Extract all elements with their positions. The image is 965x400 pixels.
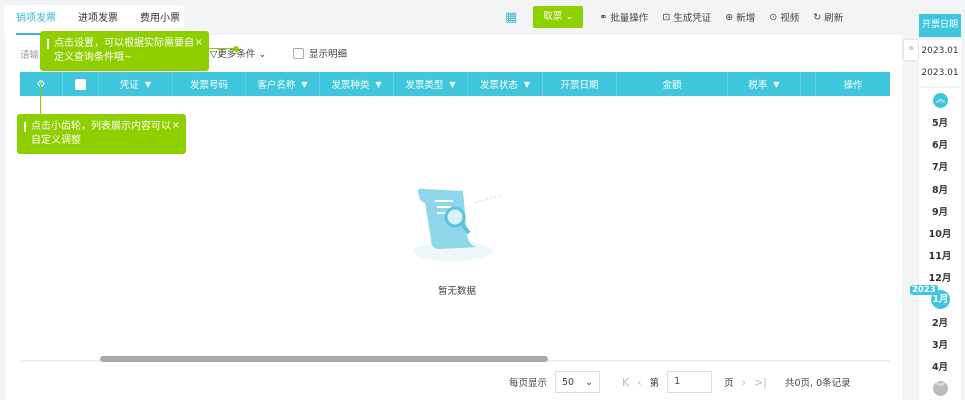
filter-icon[interactable]: ▼ — [524, 80, 530, 89]
batch-operation-button[interactable]: ⚭ 批量操作 — [599, 10, 649, 25]
close-icon[interactable]: × — [172, 119, 180, 133]
qr-code-icon[interactable]: ▦ — [505, 10, 517, 25]
voucher-icon: ⊡ — [662, 11, 671, 23]
column-label: 开票日期 — [560, 80, 599, 91]
last-page-icon[interactable]: >| — [754, 376, 767, 389]
per-page-value: 50 — [562, 376, 575, 388]
column-tax-rate[interactable]: 税率 ▼ — [728, 72, 801, 96]
scroll-down-icon[interactable]: ︾ — [933, 381, 948, 396]
video-button[interactable]: ⊙ 视频 — [769, 10, 800, 25]
pagination: 每页显示 50 ⌄ K ‹ 第 1 页 › >| 共0页, 0条记录 — [509, 371, 851, 393]
refresh-label: 刷新 — [824, 13, 844, 24]
add-label: 新增 — [736, 13, 756, 24]
refresh-button[interactable]: ↻ 刷新 — [813, 10, 844, 25]
column-label: 金额 — [662, 80, 682, 91]
column-label: 发票类型 — [405, 80, 444, 91]
date-start[interactable]: 2023.01 — [919, 40, 961, 62]
month-timeline: ︽ 5月 6月 7月 8月 9月 10月 11月 12月 2023 1月 2月 3月 4月 ︾ — [910, 88, 961, 400]
generate-voucher-button[interactable]: ⊡ 生成凭证 — [662, 10, 712, 25]
empty-scroll-illustration — [413, 188, 502, 261]
column-label: 发票状态 — [479, 80, 518, 91]
expand-icon[interactable]: » — [904, 40, 918, 60]
column-label: 凭证 — [119, 80, 139, 91]
plus-circle-icon: ⊕ — [725, 11, 734, 23]
date-range: 2023.01 2023.01 — [919, 40, 961, 86]
filter-icon[interactable]: ▼ — [449, 80, 455, 89]
video-label: 视频 — [780, 13, 800, 24]
fetch-invoice-button[interactable]: 取票 ⌄ — [533, 6, 584, 28]
close-icon[interactable]: × — [195, 36, 203, 50]
settings-tip: 点击设置，可以根据实际需要自定义查询条件哦~ × — [40, 31, 209, 71]
add-button[interactable]: ⊕ 新增 — [725, 10, 756, 25]
column-invoice-date[interactable]: 开票日期 — [543, 72, 617, 96]
month-item[interactable]: 2月 — [919, 315, 961, 329]
column-invoice-number[interactable]: 发票号码 — [173, 72, 246, 96]
pager-summary: 共0页, 0条记录 — [785, 378, 851, 389]
filter-icon[interactable]: ▼ — [375, 80, 381, 89]
show-detail-label: 显示明细 — [309, 49, 348, 60]
date-end[interactable]: 2023.01 — [919, 62, 961, 84]
month-item[interactable]: 11月 — [919, 248, 961, 262]
timeline-header[interactable]: 开票日期 — [919, 14, 961, 37]
horizontal-scrollbar-thumb[interactable] — [100, 356, 548, 362]
filter-icon[interactable]: ▼ — [773, 80, 779, 89]
prev-page-icon[interactable]: ‹ — [637, 376, 641, 389]
voucher-label: 生成凭证 — [673, 13, 712, 24]
column-label: 客户名称 — [257, 80, 296, 91]
month-item[interactable]: 12月 — [919, 270, 961, 284]
tip-text: 点击小齿轮，列表展示内容可以自定义调整 — [31, 121, 171, 146]
column-customer-name[interactable]: 客户名称 ▼ — [246, 72, 320, 96]
month-current[interactable]: 1月 — [931, 290, 950, 309]
per-page-label: 每页显示 — [509, 378, 548, 389]
chevron-down-icon: ⌄ — [585, 376, 594, 388]
show-detail-checkbox[interactable]: 显示明细 — [293, 46, 347, 60]
column-settings-gear-icon[interactable]: ⚙ — [20, 72, 63, 96]
checkbox-icon — [293, 47, 304, 59]
fetch-label: 取票 — [543, 11, 563, 22]
column-label: 税率 — [748, 80, 768, 91]
month-item[interactable]: 5月 — [919, 115, 961, 129]
checkbox-icon — [75, 78, 86, 90]
table-header: ⚙ 凭证 ▼ 发票号码 客户名称 ▼ 发票种类 ▼ 发票类型 ▼ 发票状态 ▼ 开票日期 … — [20, 72, 890, 96]
month-item[interactable]: 3月 — [919, 337, 961, 351]
batch-label: 批量操作 — [610, 13, 649, 24]
toolbar: ▦ 取票 ⌄ ⚭ 批量操作 ⊡ 生成凭证 ⊕ 新增 ⊙ 视频 ↻ 刷新 — [505, 6, 843, 28]
column-actions: 操作 — [816, 72, 890, 96]
page-input[interactable]: 1 — [667, 371, 713, 393]
next-page-icon[interactable]: › — [742, 376, 746, 389]
month-item[interactable]: 6月 — [919, 137, 961, 151]
empty-text: 暂无数据 — [438, 286, 477, 297]
column-invoice-type[interactable]: 发票类型 ▼ — [394, 72, 468, 96]
select-all-checkbox[interactable] — [63, 72, 99, 96]
first-page-icon[interactable]: K — [622, 376, 629, 389]
month-item[interactable]: 10月 — [919, 226, 961, 240]
column-blank — [801, 72, 816, 96]
filter-icon[interactable]: ▼ — [301, 80, 307, 89]
month-item[interactable]: 4月 — [919, 359, 961, 373]
page-prefix: 第 — [649, 378, 660, 389]
column-label: 发票种类 — [331, 80, 370, 91]
column-invoice-status[interactable]: 发票状态 ▼ — [468, 72, 543, 96]
column-voucher[interactable]: 凭证 ▼ — [99, 72, 173, 96]
chevron-down-icon: ⌄ — [565, 11, 574, 22]
scroll-up-icon[interactable]: ︽ — [933, 93, 948, 108]
gear-tip: 点击小齿轮，列表展示内容可以自定义调整 × — [17, 114, 186, 154]
per-page-select[interactable]: 50 ⌄ — [555, 371, 601, 393]
month-item[interactable]: 9月 — [919, 204, 961, 218]
month-item[interactable]: 8月 — [919, 182, 961, 196]
filter-icon[interactable]: ▼ — [145, 80, 151, 89]
tip-connector — [40, 84, 41, 116]
page-suffix: 页 — [724, 378, 734, 389]
month-item[interactable]: 7月 — [919, 159, 961, 173]
play-circle-icon: ⊙ — [769, 11, 778, 23]
tip-dot — [233, 46, 239, 52]
column-label: 发票号码 — [189, 80, 228, 91]
column-invoice-kind[interactable]: 发票种类 ▼ — [320, 72, 394, 96]
refresh-icon: ↻ — [813, 11, 822, 23]
tip-text: 点击设置，可以根据实际需要自定义查询条件哦~ — [54, 38, 194, 63]
link-icon: ⚭ — [599, 11, 608, 23]
column-amount[interactable]: 金额 — [617, 72, 728, 96]
column-label: 操作 — [843, 80, 863, 91]
